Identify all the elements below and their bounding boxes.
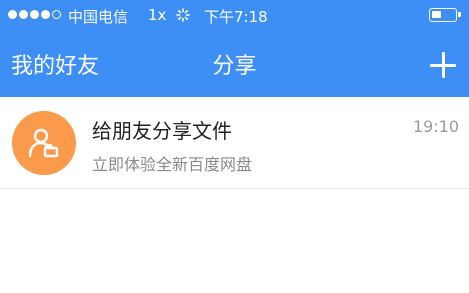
- status-bar: 中国电信 1x 下午7:18: [0, 0, 469, 30]
- carrier-name: 中国电信: [68, 8, 129, 26]
- item-title: 给朋友分享文件: [92, 119, 232, 143]
- signal-strength-icon: [8, 10, 61, 19]
- item-time: 19:10: [413, 117, 460, 136]
- item-subtitle: 立即体验全新百度网盘: [92, 155, 253, 174]
- app-header: 中国电信 1x 下午7:18 分享 我的好友: [0, 0, 469, 97]
- battery-icon: [429, 8, 461, 22]
- status-time: 下午7:18: [204, 8, 268, 26]
- plus-icon[interactable]: [430, 52, 456, 78]
- network-type: 1x: [148, 6, 167, 24]
- my-friends-button[interactable]: 我的好友: [11, 48, 99, 80]
- avatar: [12, 111, 76, 175]
- share-list-item[interactable]: 给朋友分享文件 立即体验全新百度网盘 19:10: [0, 97, 469, 189]
- person-file-icon: [28, 128, 59, 158]
- loading-spinner-icon: [176, 8, 190, 22]
